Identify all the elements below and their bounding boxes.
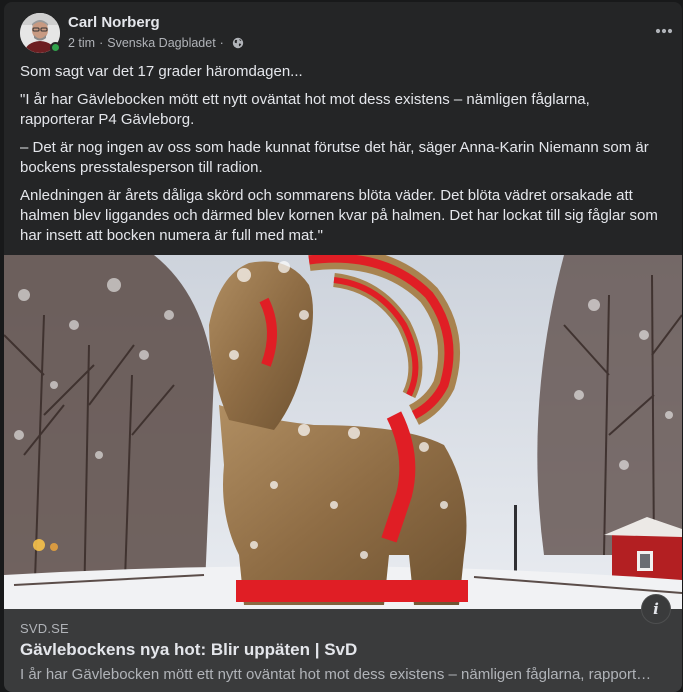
post-source[interactable]: Svenska Dagbladet	[107, 36, 215, 50]
link-domain: SVD.SE	[20, 621, 69, 636]
meta-separator: ·	[99, 36, 104, 50]
post-paragraph: "I år har Gävlebocken mött ett nytt ovän…	[20, 91, 590, 128]
link-title[interactable]: Gävlebockens nya hot: Blir uppäten | SvD	[20, 640, 357, 660]
online-status-dot	[50, 42, 61, 53]
post-body: Som sagt var det 17 grader häromdagen...…	[20, 62, 666, 254]
author-name[interactable]: Carl Norberg	[68, 14, 160, 31]
post-paragraph: Anledningen är årets dåliga skörd och so…	[20, 187, 658, 244]
globe-icon[interactable]	[232, 37, 244, 49]
post-paragraph: – Det är nog ingen av oss som hade kunna…	[20, 139, 649, 176]
link-preview-image[interactable]	[4, 255, 682, 609]
post-paragraph: Som sagt var det 17 grader häromdagen...	[20, 63, 303, 80]
post-card: Carl Norberg 2 tim · Svenska Dagbladet ·	[4, 2, 682, 692]
info-icon: i	[653, 600, 659, 618]
post-meta: 2 tim · Svenska Dagbladet ·	[68, 36, 244, 50]
more-options-button[interactable]	[650, 21, 678, 41]
link-description: I år har Gävlebocken mött ett nytt ovänt…	[20, 666, 656, 683]
info-button[interactable]: i	[641, 594, 671, 624]
straw-goat-photo	[4, 255, 682, 609]
post-timestamp[interactable]: 2 tim	[68, 36, 95, 50]
meta-separator: ·	[219, 36, 224, 50]
post-header: Carl Norberg 2 tim · Svenska Dagbladet ·	[20, 13, 673, 53]
link-preview[interactable]: SVD.SE Gävlebockens nya hot: Blir uppäte…	[4, 609, 682, 692]
more-options-icon	[655, 28, 673, 34]
